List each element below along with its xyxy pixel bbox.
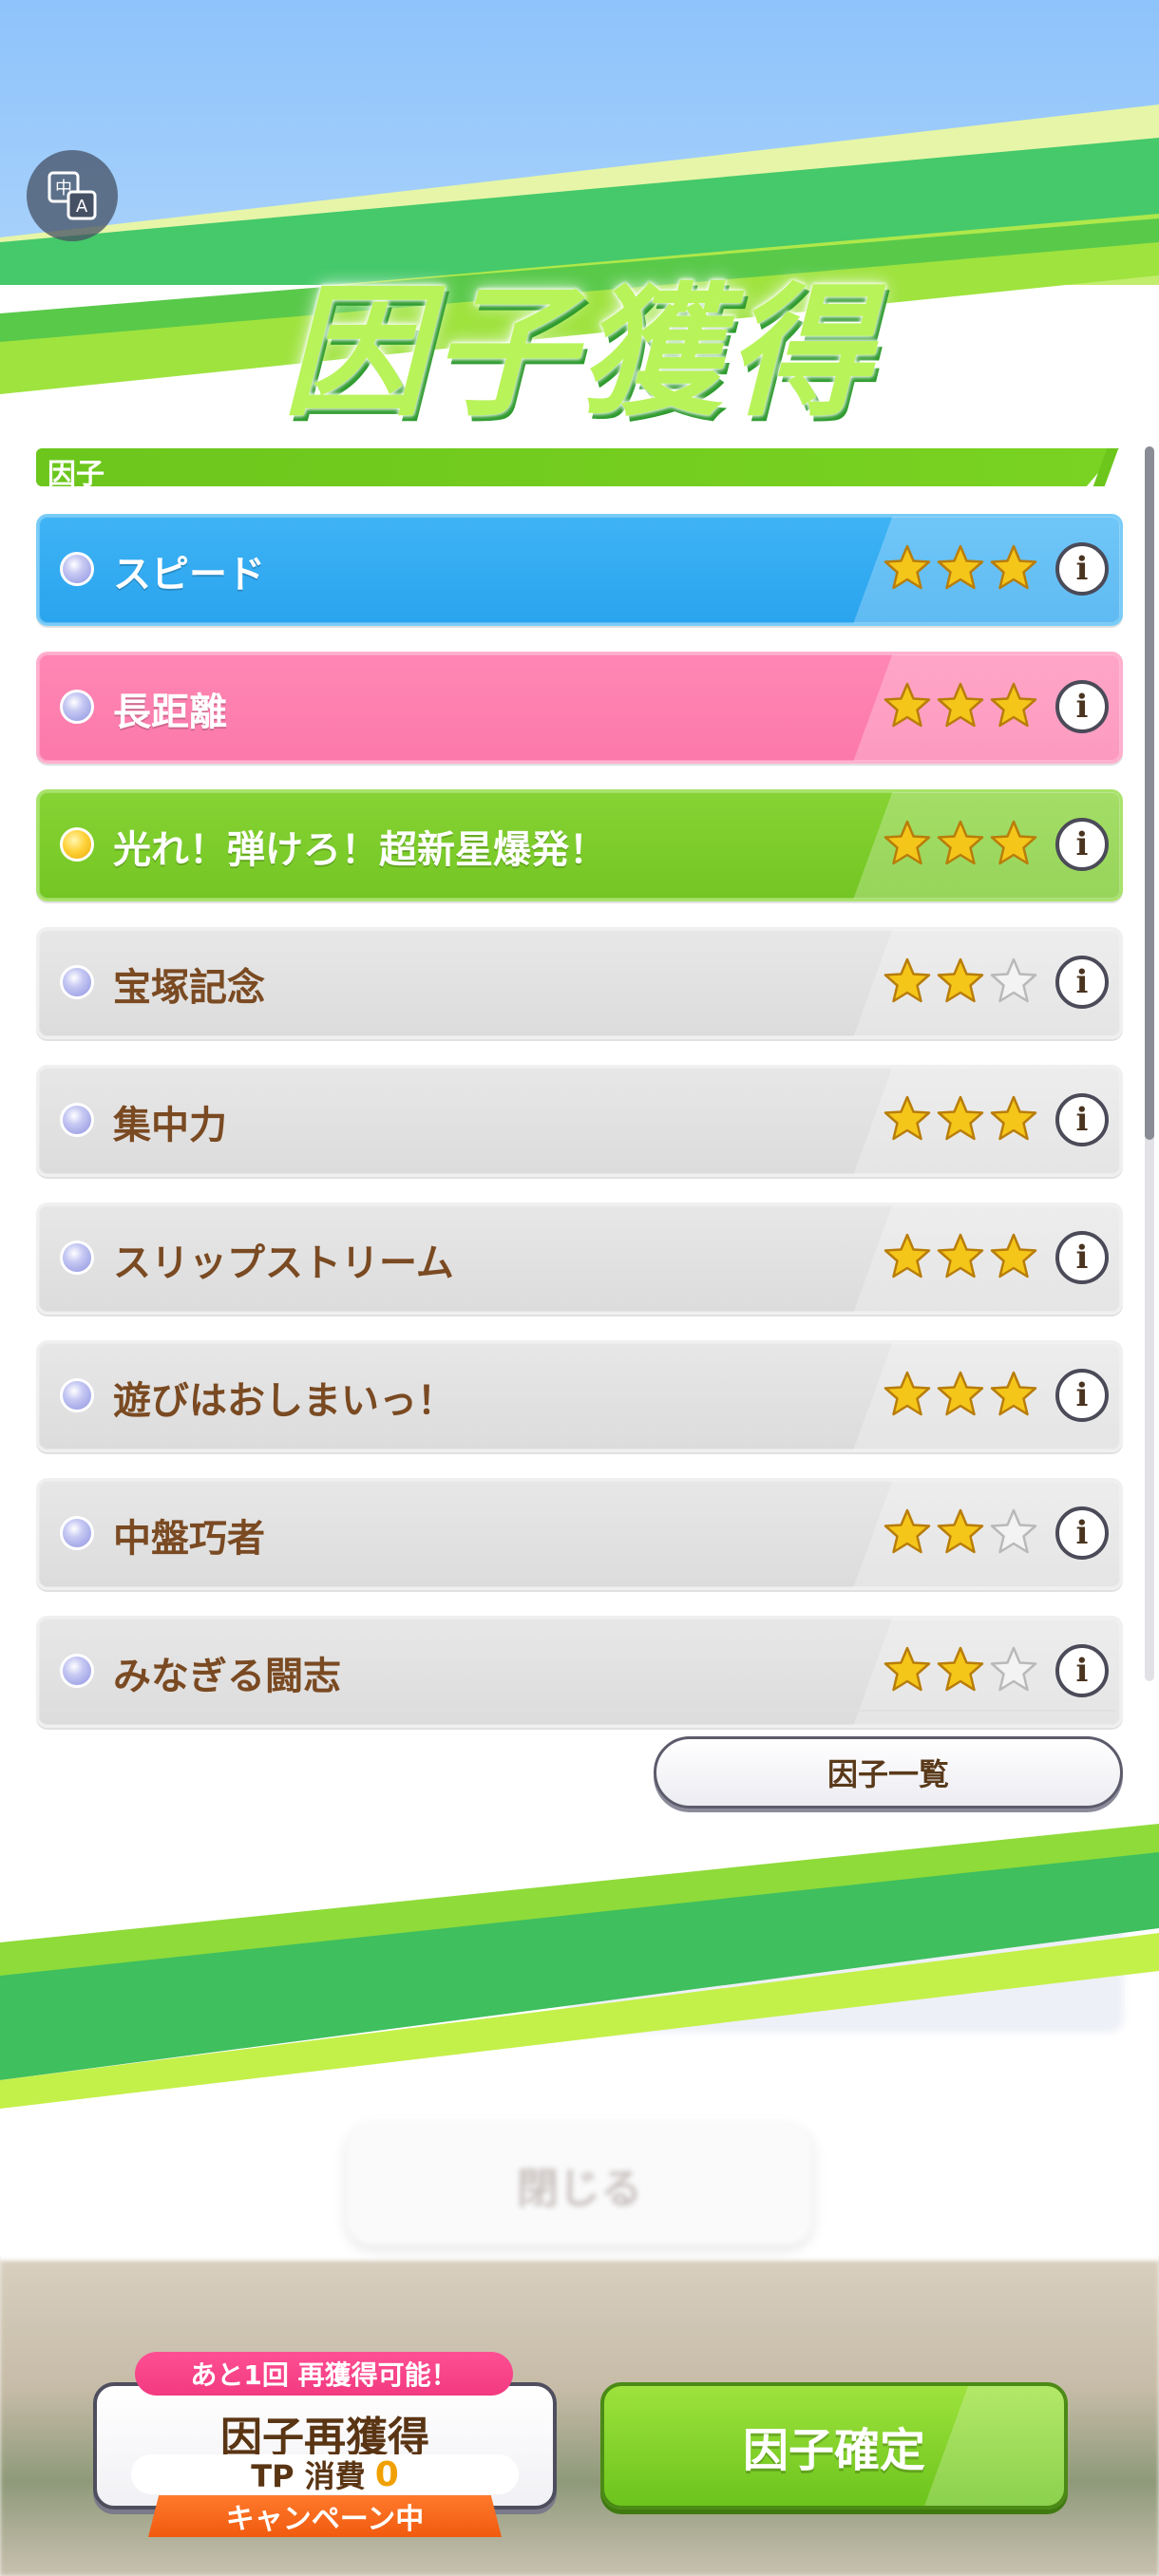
factor-orb-icon [60, 965, 94, 999]
confirm-factor-button[interactable]: 因子確定 [600, 2382, 1068, 2510]
star-filled-icon [884, 957, 931, 1003]
star-filled-icon [937, 1233, 984, 1279]
star-filled-icon [990, 820, 1037, 865]
info-icon[interactable]: i [1055, 542, 1109, 596]
info-icon[interactable]: i [1055, 1093, 1109, 1146]
factor-orb-icon [60, 1241, 94, 1275]
page-title: 因子獲得 [282, 271, 876, 436]
factor-list: スピード i 長距離 i 光れ！弾けろ！超新星爆発！ i 宝塚記念 i 集中力 i スリップストリー… [36, 514, 1123, 1753]
factor-row[interactable]: スピード i [36, 514, 1123, 626]
info-icon[interactable]: i [1055, 1369, 1109, 1422]
factor-list-button[interactable]: 因子一覧 [654, 1736, 1123, 1809]
star-filled-icon [990, 1371, 1037, 1416]
tp-cost-value: 0 [374, 2454, 399, 2494]
factor-name: 宝塚記念 [113, 966, 265, 1010]
star-filled-icon [990, 682, 1037, 728]
factor-row[interactable]: 宝塚記念 i [36, 927, 1123, 1039]
factor-stars [883, 1094, 1038, 1147]
factor-row[interactable]: 長距離 i [36, 652, 1123, 764]
star-filled-icon [937, 1646, 984, 1692]
factor-name: 光れ！弾けろ！超新星爆発！ [113, 828, 607, 872]
factor-row[interactable]: 中盤巧者 i [36, 1478, 1123, 1590]
translate-button[interactable]: 中 A [27, 150, 118, 241]
tp-cost-pill: TP 消費 0 [131, 2454, 519, 2494]
factor-name: 長距離 [113, 691, 227, 734]
star-empty-icon [990, 957, 1037, 1003]
star-filled-icon [884, 1508, 931, 1554]
translate-icon: 中 A [48, 171, 97, 220]
factor-name: 集中力 [113, 1104, 227, 1147]
factor-orb-icon [60, 1378, 94, 1412]
factor-row[interactable]: 遊びはおしまいっ！ i [36, 1340, 1123, 1452]
factor-orb-icon [60, 552, 94, 586]
info-icon[interactable]: i [1055, 680, 1109, 733]
list-divider [42, 1710, 1115, 1712]
star-filled-icon [884, 1233, 931, 1279]
star-filled-icon [884, 820, 931, 865]
campaign-banner: キャンペーン中 [148, 2495, 502, 2537]
factor-row[interactable]: スリップストリーム i [36, 1203, 1123, 1315]
factor-stars [883, 1507, 1038, 1561]
info-icon[interactable]: i [1055, 818, 1109, 871]
star-filled-icon [884, 682, 931, 728]
star-filled-icon [884, 1371, 931, 1416]
factor-stars [883, 1370, 1038, 1423]
factor-name: スピード [113, 553, 265, 597]
factor-row[interactable]: 光れ！弾けろ！超新星爆発！ i [36, 789, 1123, 901]
star-filled-icon [884, 544, 931, 590]
star-empty-icon [990, 1646, 1037, 1692]
background-close-button: 閉じる [347, 2124, 812, 2245]
star-filled-icon [937, 544, 984, 590]
star-filled-icon [990, 1233, 1037, 1279]
factor-stars [883, 819, 1038, 872]
confirm-factor-label: 因子確定 [742, 2426, 925, 2476]
decorative-stripes-bottom [0, 1824, 1159, 2109]
factor-orb-icon [60, 1103, 94, 1137]
factor-stars [883, 1232, 1038, 1285]
factor-name: 遊びはおしまいっ！ [113, 1379, 455, 1423]
star-filled-icon [937, 682, 984, 728]
factor-stars [883, 1645, 1038, 1698]
factor-orb-icon [60, 1654, 94, 1688]
info-icon[interactable]: i [1055, 956, 1109, 1009]
factor-name: みなぎる闘志 [113, 1655, 341, 1698]
factor-orb-icon [60, 827, 94, 862]
factor-name: 中盤巧者 [113, 1517, 265, 1561]
info-icon[interactable]: i [1055, 1231, 1109, 1284]
regain-remaining-badge: あと1回 再獲得可能！ [135, 2352, 513, 2396]
star-empty-icon [990, 1508, 1037, 1554]
factor-stars [883, 681, 1038, 734]
star-filled-icon [990, 544, 1037, 590]
star-filled-icon [884, 1646, 931, 1692]
factor-orb-icon [60, 690, 94, 724]
star-filled-icon [937, 1371, 984, 1416]
factor-orb-icon [60, 1516, 94, 1550]
info-icon[interactable]: i [1055, 1644, 1109, 1697]
section-header: 因子 [36, 448, 1119, 486]
factor-stars [883, 543, 1038, 597]
star-filled-icon [937, 957, 984, 1003]
star-filled-icon [937, 1095, 984, 1141]
star-filled-icon [884, 1095, 931, 1141]
svg-text:A: A [76, 197, 88, 217]
scrollbar-thumb[interactable] [1145, 446, 1154, 1140]
regain-factor-button[interactable]: 因子再獲得 TP 消費 0 [93, 2382, 557, 2510]
info-icon[interactable]: i [1055, 1506, 1109, 1560]
star-filled-icon [937, 1508, 984, 1554]
factor-row[interactable]: 集中力 i [36, 1065, 1123, 1177]
factor-stars [883, 957, 1038, 1010]
factor-name: スリップストリーム [113, 1241, 454, 1285]
section-header-label: 因子 [48, 458, 104, 491]
list-scrollbar[interactable] [1145, 446, 1154, 1681]
star-filled-icon [937, 820, 984, 865]
tp-cost-label: TP 消費 [251, 2458, 366, 2494]
star-filled-icon [990, 1095, 1037, 1141]
